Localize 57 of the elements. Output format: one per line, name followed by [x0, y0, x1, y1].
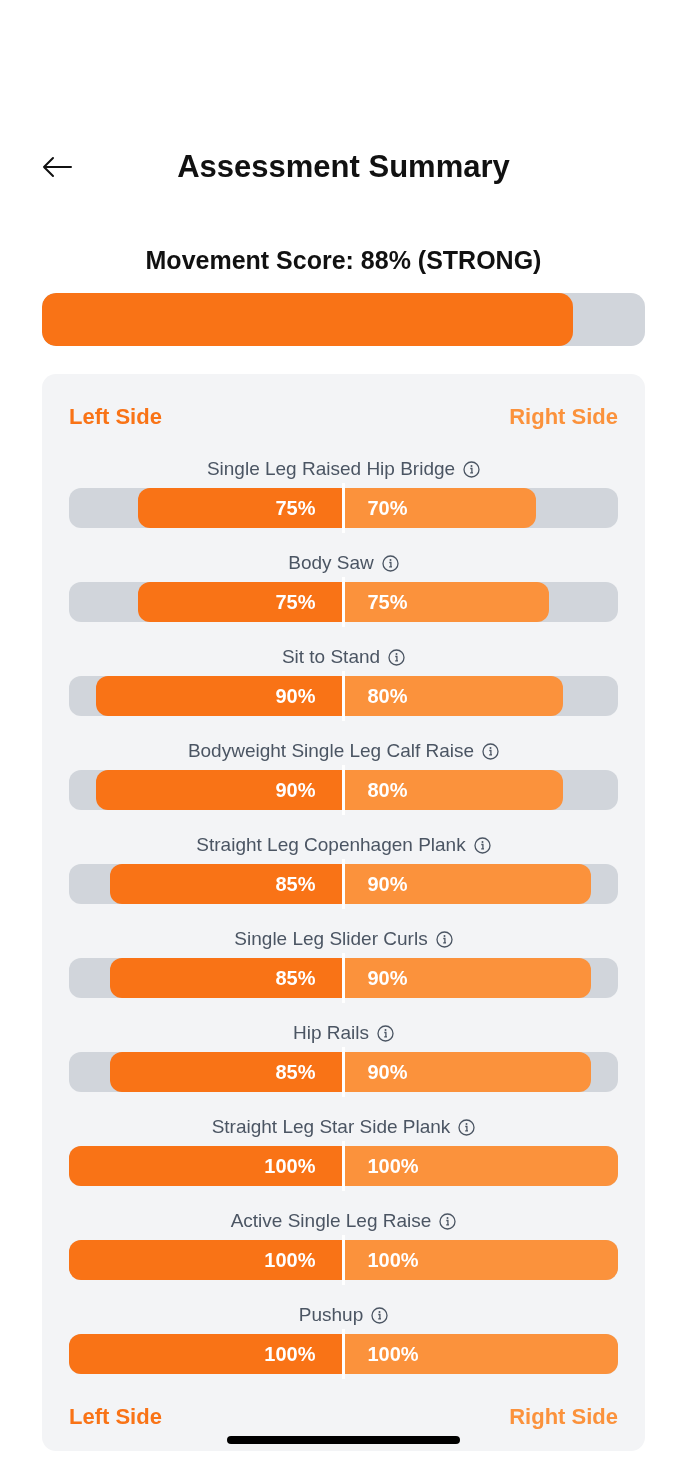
- info-button[interactable]: [377, 1024, 394, 1042]
- screen-title: Assessment Summary: [176, 148, 511, 186]
- left-score-value: 100%: [264, 1154, 316, 1178]
- left-side-label: Left Side: [69, 1403, 162, 1431]
- info-button[interactable]: [371, 1306, 389, 1324]
- info-icon: [439, 1212, 457, 1230]
- left-score-value: 85%: [275, 966, 316, 990]
- exercise-name: Single Leg Slider Curls: [234, 927, 428, 951]
- right-score-value: 100%: [367, 1342, 419, 1366]
- left-score-value: 85%: [275, 872, 316, 896]
- back-arrow-icon: [42, 156, 72, 178]
- info-button[interactable]: [463, 460, 481, 478]
- left-side-label: Left Side: [69, 403, 162, 431]
- right-score-value: 90%: [367, 872, 408, 896]
- right-score-value: 80%: [367, 778, 408, 802]
- movement-score: Movement Score: 88% (STRONG): [144, 245, 543, 275]
- right-score-value: 90%: [367, 966, 408, 990]
- exercise-name: Straight Leg Copenhagen Plank: [196, 833, 466, 857]
- info-icon: [463, 460, 481, 478]
- exercise-name: Pushup: [298, 1303, 364, 1327]
- exercise-name: Straight Leg Star Side Plank: [211, 1115, 451, 1139]
- right-side-label: Right Side: [509, 403, 618, 431]
- left-score-value: 100%: [264, 1248, 316, 1272]
- right-score-value: 100%: [367, 1154, 419, 1178]
- info-button[interactable]: [381, 554, 399, 572]
- exercise-name: Body Saw: [288, 551, 374, 575]
- right-score-value: 70%: [367, 496, 408, 520]
- exercise-name: Single Leg Raised Hip Bridge: [206, 457, 456, 481]
- exercise-name: Bodyweight Single Leg Calf Raise: [187, 739, 475, 763]
- left-score-value: 75%: [275, 590, 316, 614]
- info-icon: [473, 836, 491, 854]
- info-icon: [388, 648, 406, 666]
- exercise-name: Hip Rails: [293, 1021, 369, 1045]
- info-button[interactable]: [388, 648, 406, 666]
- info-button[interactable]: [482, 742, 500, 760]
- info-button[interactable]: [458, 1118, 476, 1136]
- right-score-value: 100%: [367, 1248, 419, 1272]
- info-icon: [381, 554, 399, 572]
- left-score-value: 90%: [275, 684, 316, 708]
- info-button[interactable]: [439, 1212, 457, 1230]
- info-button[interactable]: [473, 836, 491, 854]
- left-score-value: 85%: [275, 1060, 316, 1084]
- left-score-value: 75%: [275, 496, 316, 520]
- exercise-name: Active Single Leg Raise: [230, 1209, 432, 1233]
- info-icon: [435, 930, 453, 948]
- info-button[interactable]: [435, 930, 453, 948]
- info-icon: [377, 1024, 394, 1042]
- exercise-name: Sit to Stand: [281, 645, 381, 669]
- left-score-value: 90%: [275, 778, 316, 802]
- right-side-label: Right Side: [509, 1403, 618, 1431]
- info-icon: [458, 1118, 476, 1136]
- info-icon: [482, 742, 500, 760]
- right-score-value: 80%: [367, 684, 408, 708]
- info-icon: [371, 1306, 389, 1324]
- right-score-value: 75%: [367, 590, 408, 614]
- left-score-value: 100%: [264, 1342, 316, 1366]
- right-score-value: 90%: [367, 1060, 408, 1084]
